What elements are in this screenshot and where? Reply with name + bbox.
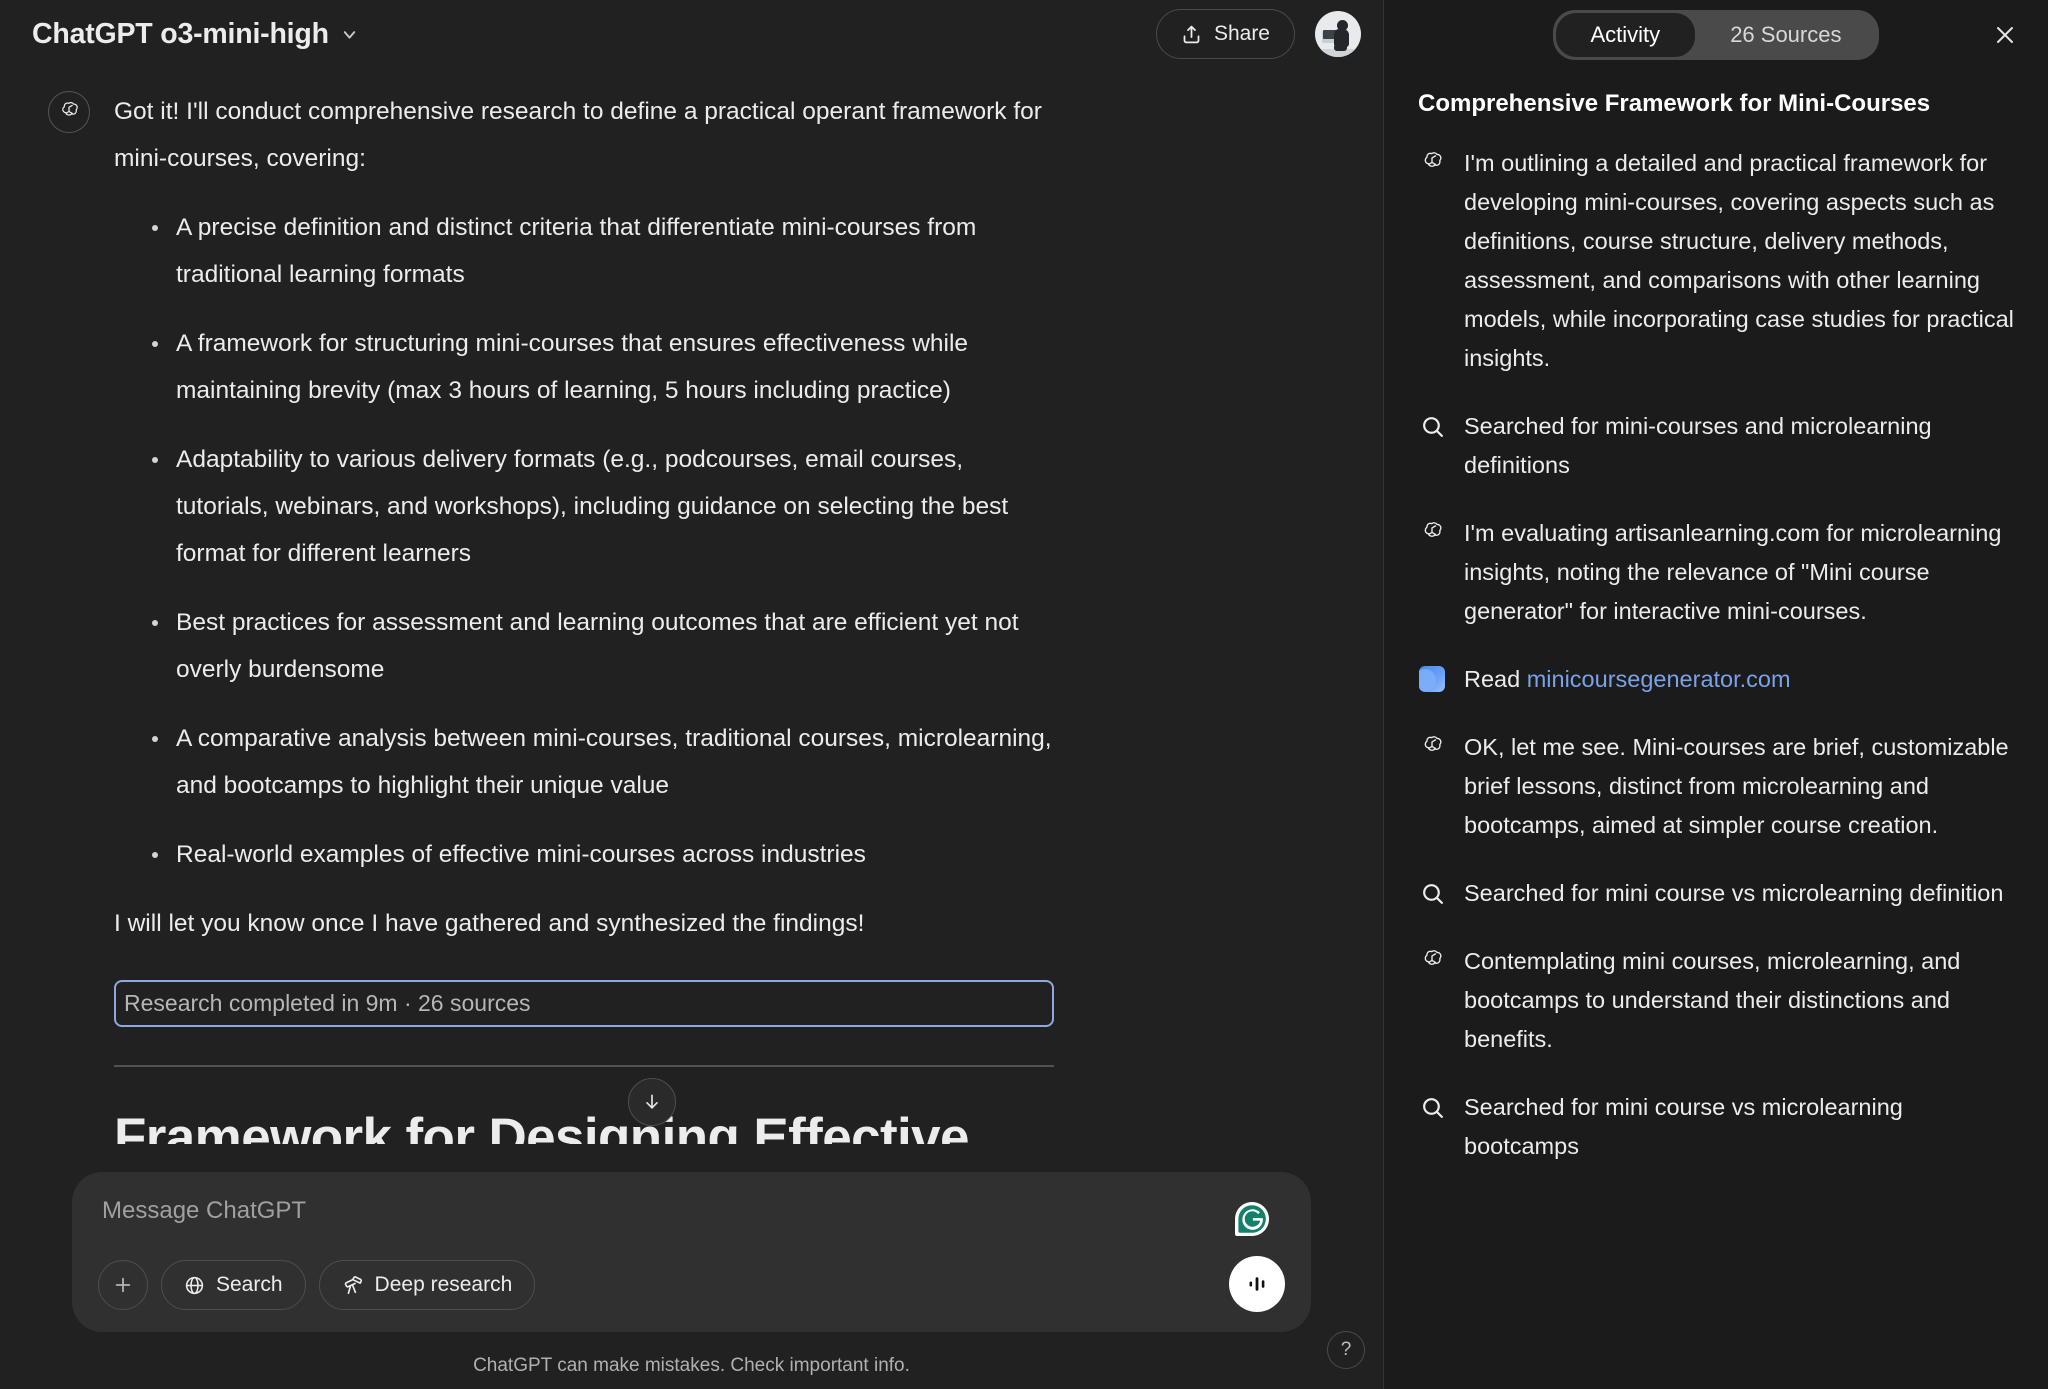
activity-item: I'm evaluating artisanlearning.com for m… — [1418, 514, 2018, 631]
bullet-list: A precise definition and distinct criter… — [114, 204, 1054, 878]
scroll-to-bottom-button[interactable] — [628, 1078, 676, 1126]
attach-button[interactable] — [98, 1260, 148, 1310]
openai-logo-icon — [1418, 519, 1446, 547]
globe-icon — [184, 1275, 205, 1296]
activity-item: Searched for mini course vs microlearnin… — [1418, 874, 2018, 913]
plus-icon — [112, 1274, 134, 1296]
activity-item: Contemplating mini courses, microlearnin… — [1418, 942, 2018, 1059]
research-status-chip[interactable]: Research completed in 9m · 26 sources — [114, 980, 1054, 1027]
activity-item: Searched for mini-courses and microlearn… — [1418, 407, 2018, 485]
openai-logo-icon — [48, 91, 90, 133]
search-icon — [1418, 879, 1446, 907]
disclaimer-text: ChatGPT can make mistakes. Check importa… — [0, 1355, 1383, 1377]
divider — [114, 1065, 1054, 1067]
list-item: A comparative analysis between mini-cour… — [114, 715, 1054, 809]
top-bar-actions: Share — [1156, 9, 1361, 59]
research-status-label: Research completed in 9m · 26 sources — [124, 980, 531, 1027]
list-item: Real-world examples of effective mini-co… — [114, 831, 1054, 878]
activity-item: Searched for mini course vs microlearnin… — [1418, 1088, 2018, 1166]
composer[interactable]: Message ChatGPT Search — [72, 1172, 1311, 1332]
panel-body[interactable]: Comprehensive Framework for Mini-Courses… — [1384, 70, 2048, 1166]
source-link[interactable]: minicoursegenerator.com — [1527, 666, 1791, 692]
model-name-label: ChatGPT o3-mini-high — [32, 18, 329, 51]
telescope-icon — [342, 1274, 364, 1296]
activity-item: I'm outlining a detailed and practical f… — [1418, 144, 2018, 378]
activity-text: I'm evaluating artisanlearning.com for m… — [1464, 514, 2018, 631]
activity-text: Contemplating mini courses, microlearnin… — [1464, 942, 2018, 1059]
composer-tools: Search Deep research — [98, 1260, 535, 1310]
activity-text: Searched for mini course vs microlearnin… — [1464, 1088, 2018, 1166]
search-tool-label: Search — [216, 1273, 283, 1297]
share-button-label: Share — [1214, 22, 1270, 46]
activity-panel: Activity 26 Sources Comprehensive Framew… — [1383, 0, 2048, 1389]
assistant-message-body: Got it! I'll conduct comprehensive resea… — [114, 88, 1054, 1231]
activity-text: Read minicoursegenerator.com — [1464, 660, 1791, 699]
share-button[interactable]: Share — [1156, 9, 1295, 59]
chevron-down-icon — [340, 25, 359, 44]
arrow-down-icon — [642, 1092, 662, 1112]
link-favicon-icon — [1418, 665, 1446, 693]
list-item: Adaptability to various delivery formats… — [114, 436, 1054, 577]
activity-item-read: Read minicoursegenerator.com — [1418, 660, 2018, 699]
help-button[interactable]: ? — [1327, 1331, 1365, 1369]
panel-tab-group: Activity 26 Sources — [1553, 10, 1880, 60]
deep-research-label: Deep research — [375, 1273, 513, 1297]
avatar[interactable] — [1315, 11, 1361, 57]
list-item: Best practices for assessment and learni… — [114, 599, 1054, 693]
grammarly-icon[interactable] — [1230, 1198, 1274, 1242]
panel-header: Activity 26 Sources — [1384, 0, 2048, 70]
closing-paragraph: I will let you know once I have gathered… — [114, 900, 1054, 947]
main-chat-area: ChatGPT o3-mini-high Share — [0, 0, 1383, 1389]
search-icon — [1418, 412, 1446, 440]
openai-logo-icon — [1418, 149, 1446, 177]
list-item: A precise definition and distinct criter… — [114, 204, 1054, 298]
search-icon — [1418, 1093, 1446, 1121]
activity-item: OK, let me see. Mini-courses are brief, … — [1418, 728, 2018, 845]
search-tool-button[interactable]: Search — [161, 1260, 306, 1310]
deep-research-button[interactable]: Deep research — [319, 1260, 536, 1310]
share-upload-icon — [1181, 24, 1202, 45]
openai-logo-icon — [1418, 733, 1446, 761]
close-panel-button[interactable] — [1984, 14, 2026, 56]
activity-text: Searched for mini course vs microlearnin… — [1464, 874, 2003, 913]
tab-sources[interactable]: 26 Sources — [1695, 13, 1876, 57]
intro-paragraph: Got it! I'll conduct comprehensive resea… — [114, 88, 1054, 182]
voice-mode-button[interactable] — [1229, 1256, 1285, 1312]
model-switcher[interactable]: ChatGPT o3-mini-high — [30, 12, 371, 57]
top-bar: ChatGPT o3-mini-high Share — [0, 0, 1383, 68]
assistant-message: Got it! I'll conduct comprehensive resea… — [0, 68, 1383, 1231]
list-item: A framework for structuring mini-courses… — [114, 320, 1054, 414]
tab-activity[interactable]: Activity — [1556, 13, 1696, 57]
panel-title: Comprehensive Framework for Mini-Courses — [1418, 90, 2018, 118]
activity-text: I'm outlining a detailed and practical f… — [1464, 144, 2018, 378]
chatgpt-app: ChatGPT o3-mini-high Share — [0, 0, 2048, 1389]
read-prefix-label: Read — [1464, 666, 1527, 692]
openai-logo-icon — [1418, 947, 1446, 975]
activity-text: OK, let me see. Mini-courses are brief, … — [1464, 728, 2018, 845]
activity-text: Searched for mini-courses and microlearn… — [1464, 407, 2018, 485]
composer-area: Message ChatGPT Search — [0, 1144, 1383, 1389]
message-input[interactable]: Message ChatGPT — [102, 1197, 1281, 1225]
avatar-leg — [1334, 44, 1347, 51]
voice-waveform-icon — [1244, 1271, 1270, 1297]
close-icon — [1993, 23, 2017, 47]
